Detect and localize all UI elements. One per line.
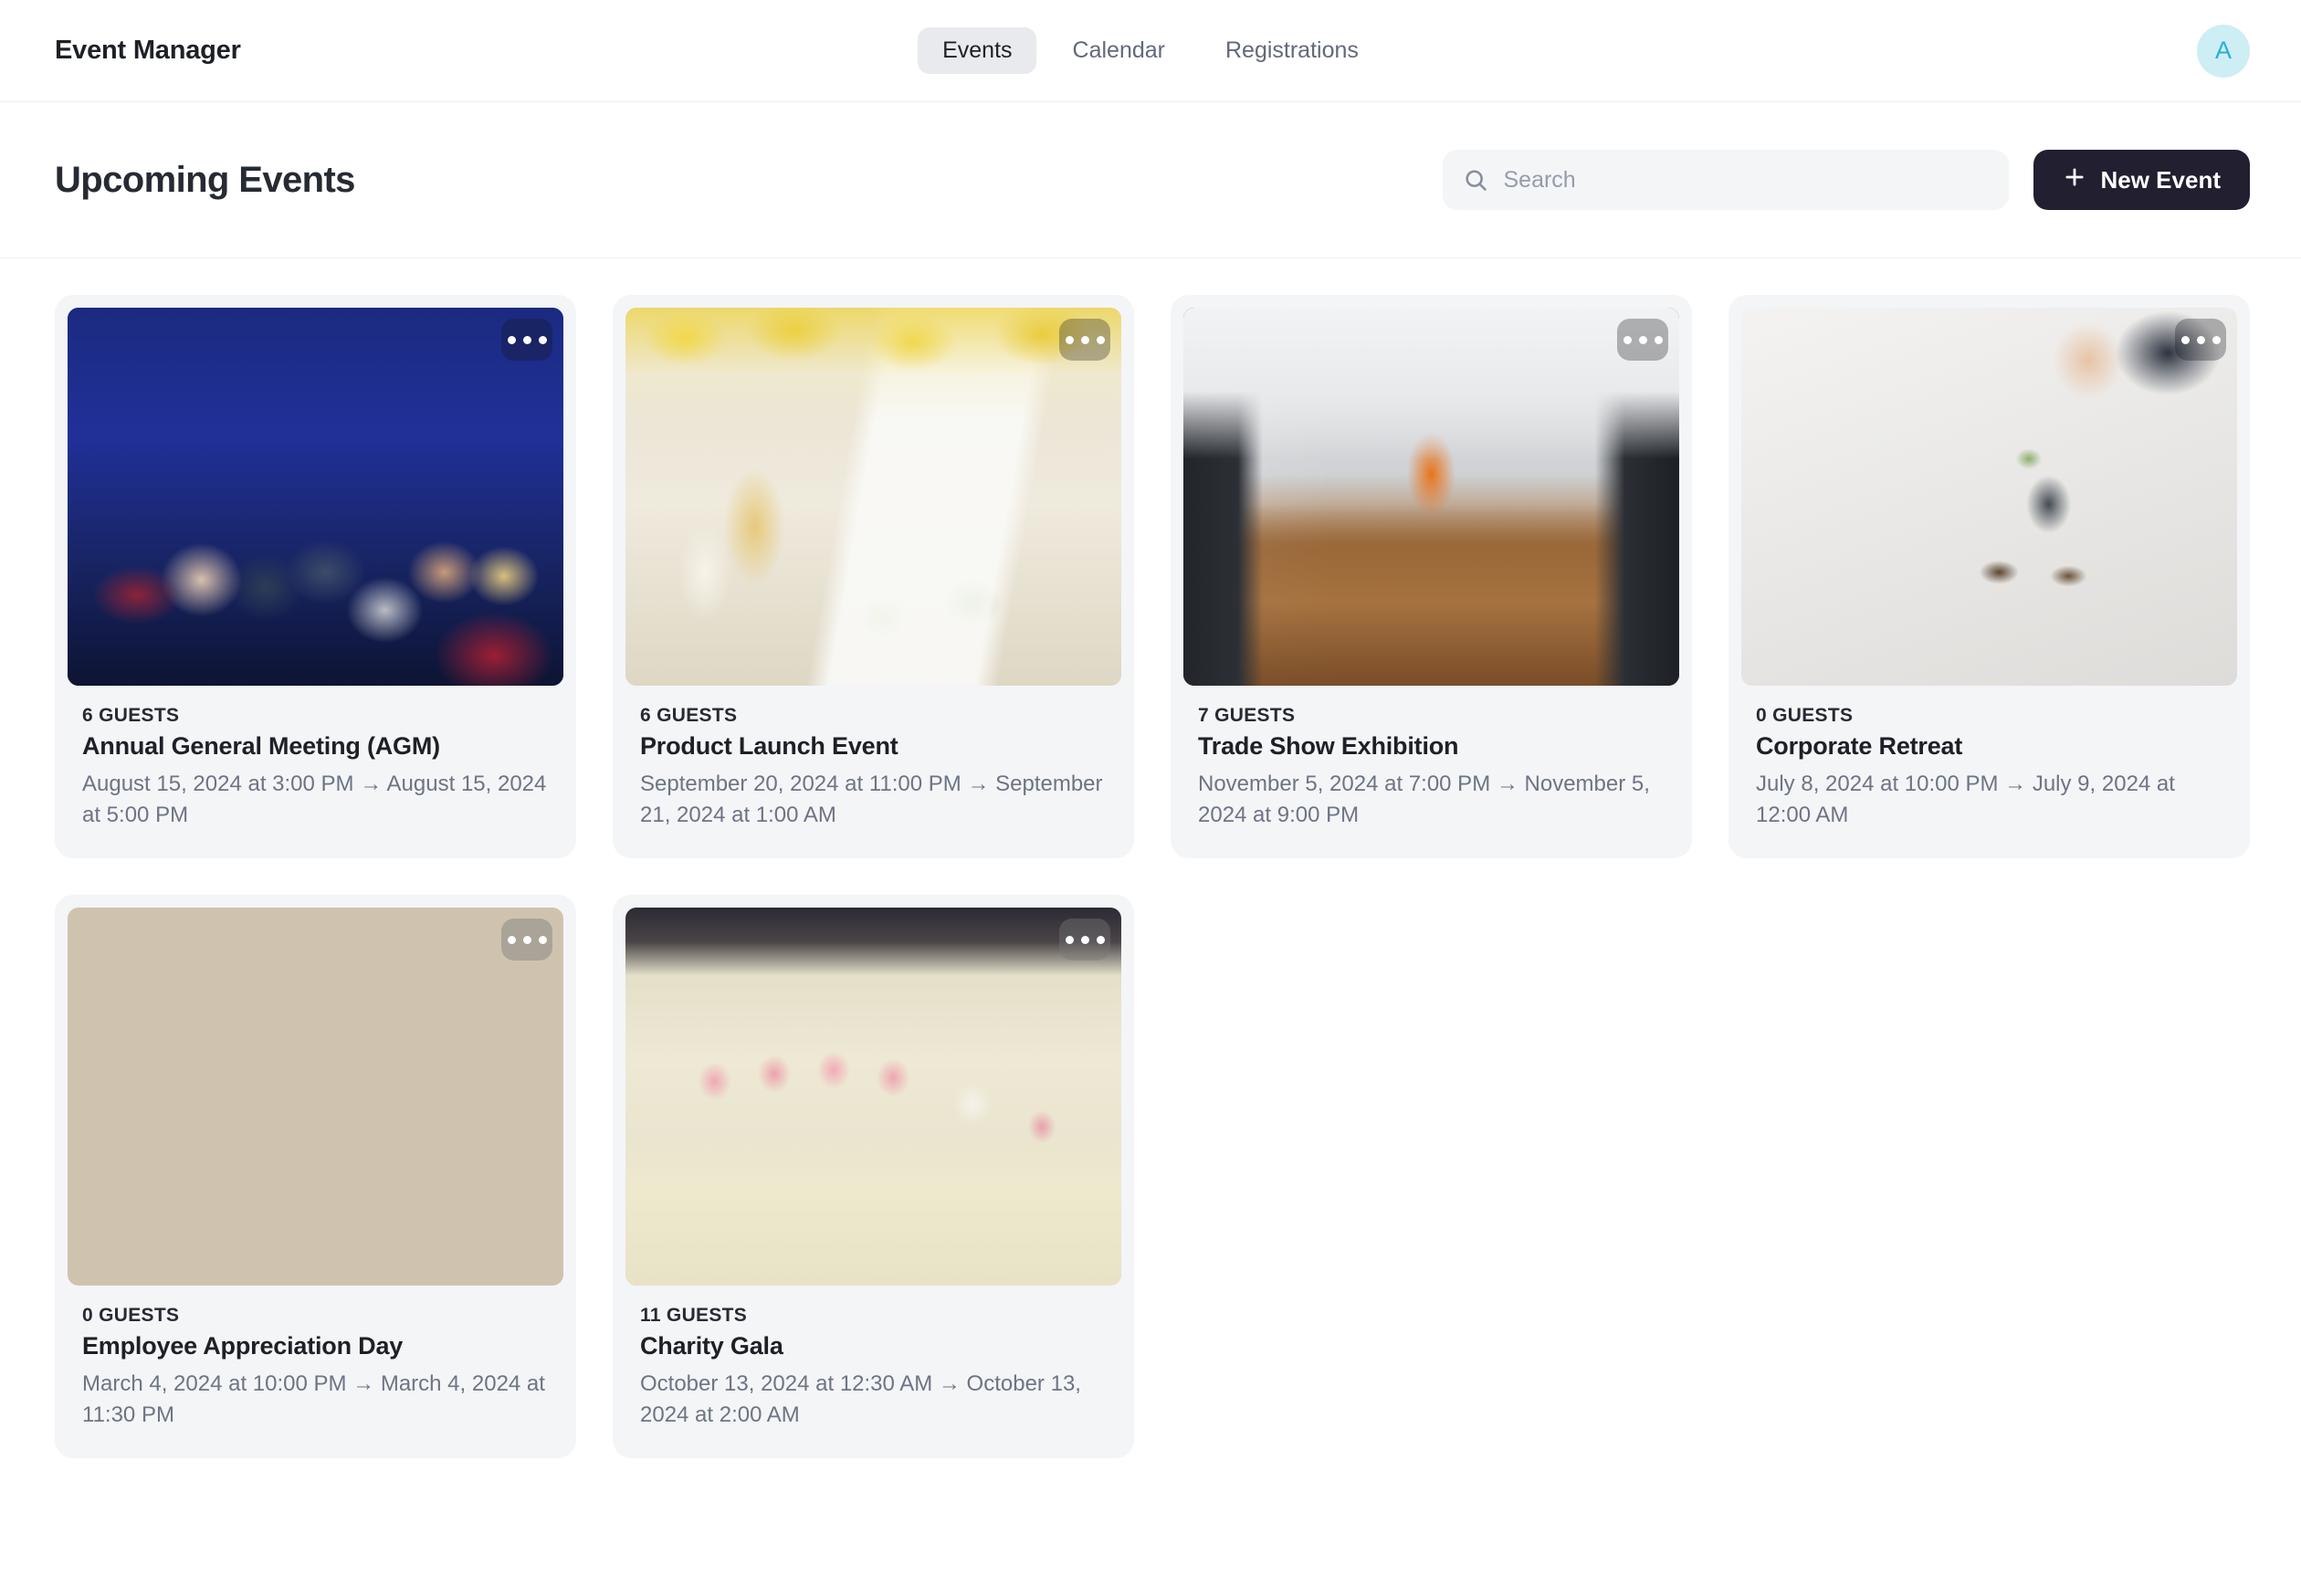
more-dot [507,335,516,344]
event-card-body: 11 GUESTS Charity Gala October 13, 2024 … [625,1286,1121,1458]
event-date-range: August 15, 2024 at 3:00 PM → August 15, … [82,772,547,828]
event-title: Trade Show Exhibition [1198,732,1459,760]
search-icon [1463,167,1489,194]
event-card[interactable]: 11 GUESTS Charity Gala October 13, 2024 … [613,895,1134,1459]
event-card-media [1183,308,1679,686]
events-grid: 6 GUESTS Annual General Meeting (AGM) Au… [55,295,2250,1459]
more-dot [1080,935,1089,944]
event-guest-count: 11 GUESTS [640,1305,748,1327]
event-date-range: November 5, 2024 at 7:00 PM → November 5… [1198,772,1650,828]
event-guest-count: 0 GUESTS [82,1305,180,1327]
primary-nav-tabs: Events Calendar Registrations [918,27,1383,74]
top-navigation-bar: Event Manager Events Calendar Registrati… [0,0,2301,102]
more-dot [1623,335,1632,344]
event-title: Product Launch Event [640,732,898,760]
event-title: Charity Gala [640,1332,783,1360]
event-title: Employee Appreciation Day [82,1332,404,1360]
event-guest-count: 6 GUESTS [640,705,738,726]
top-nav-right-group: A [2197,24,2250,78]
more-dot [507,935,516,944]
event-cover-image [1741,308,2237,686]
more-options-icon[interactable] [501,319,552,361]
event-card-media [68,908,563,1286]
more-dot [1080,335,1089,344]
event-card[interactable]: 6 GUESTS Annual General Meeting (AGM) Au… [55,295,576,859]
event-guest-count: 7 GUESTS [1198,705,1296,726]
event-cover-image [625,908,1121,1286]
event-cover-image [625,308,1121,686]
more-dot [2180,335,2190,344]
event-date-range: September 20, 2024 at 11:00 PM → Septemb… [640,772,1103,828]
event-cover-image [1183,308,1679,686]
event-date-range: October 13, 2024 at 12:30 AM → October 1… [640,1371,1081,1428]
event-title: Annual General Meeting (AGM) [82,732,440,760]
event-card-media [68,308,563,686]
more-dot [1654,335,1663,344]
event-card-body: 7 GUESTS Trade Show Exhibition November … [1183,686,1679,858]
event-cover-image [68,908,563,1286]
event-card-media [625,308,1121,686]
more-dot [1065,935,1074,944]
more-dot [522,935,531,944]
event-guest-count: 6 GUESTS [82,705,180,726]
more-options-icon[interactable] [1059,319,1110,361]
more-dot [2196,335,2205,344]
event-title: Corporate Retreat [1756,732,1963,760]
event-card[interactable]: 7 GUESTS Trade Show Exhibition November … [1171,295,1692,859]
avatar[interactable]: A [2197,24,2250,78]
more-options-icon[interactable] [1617,319,1668,361]
search-box[interactable] [1442,150,2009,210]
tab-registrations[interactable]: Registrations [1201,27,1383,74]
subheader-actions: New Event [1442,150,2250,210]
more-options-icon[interactable] [1059,919,1110,961]
event-card-body: 6 GUESTS Annual General Meeting (AGM) Au… [68,686,563,858]
more-options-icon[interactable] [501,919,552,961]
page-title: Upcoming Events [55,159,355,200]
event-cover-image [68,308,563,686]
plus-icon [2063,165,2086,195]
event-card-body: 6 GUESTS Product Launch Event September … [625,686,1121,858]
more-dot [522,335,531,344]
app-brand-title: Event Manager [55,36,241,65]
event-card[interactable]: 6 GUESTS Product Launch Event September … [613,295,1134,859]
page-subheader: Upcoming Events New Event [0,102,2301,258]
more-dot [1096,935,1105,944]
more-dot [2212,335,2221,344]
tab-calendar[interactable]: Calendar [1048,27,1190,74]
events-content-area: 6 GUESTS Annual General Meeting (AGM) Au… [0,258,2301,1459]
search-input[interactable] [1503,166,1989,194]
more-dot [538,935,547,944]
event-card-media [625,908,1121,1286]
event-card-body: 0 GUESTS Corporate Retreat July 8, 2024 … [1741,686,2237,858]
new-event-button[interactable]: New Event [2033,150,2250,210]
event-date-range: July 8, 2024 at 10:00 PM → July 9, 2024 … [1756,772,2175,828]
event-card-media [1741,308,2237,686]
event-guest-count: 0 GUESTS [1756,705,1854,726]
more-dot [1096,335,1105,344]
new-event-button-label: New Event [2100,165,2222,194]
event-card-body: 0 GUESTS Employee Appreciation Day March… [68,1286,563,1458]
event-date-range: March 4, 2024 at 10:00 PM → March 4, 202… [82,1371,545,1428]
event-card[interactable]: 0 GUESTS Employee Appreciation Day March… [55,895,576,1459]
more-dot [538,335,547,344]
event-card[interactable]: 0 GUESTS Corporate Retreat July 8, 2024 … [1728,295,2250,859]
more-dot [1638,335,1647,344]
tab-events[interactable]: Events [918,27,1037,74]
more-dot [1065,335,1074,344]
more-options-icon[interactable] [2175,319,2226,361]
